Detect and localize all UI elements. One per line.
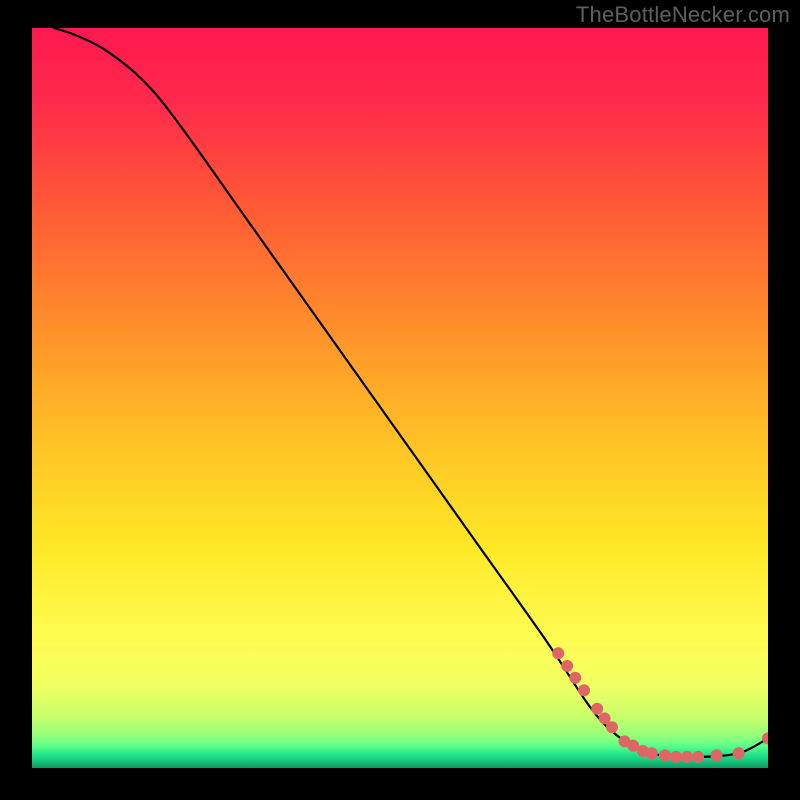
data-point [591,703,603,715]
data-point [670,751,682,763]
data-point [606,721,618,733]
curve-overlay [32,28,768,768]
bottleneck-curve [54,28,768,757]
data-point [659,749,671,761]
data-point [733,747,745,759]
data-point [646,747,658,759]
chart-frame: TheBottleNecker.com [0,0,800,800]
watermark-text: TheBottleNecker.com [576,2,790,28]
data-point [578,684,590,696]
data-point [569,672,581,684]
data-point [561,660,573,672]
data-point [692,751,704,763]
data-point [552,647,564,659]
plot-area [32,28,768,768]
data-point [681,751,693,763]
data-point [711,749,723,761]
curve-markers [552,647,768,763]
